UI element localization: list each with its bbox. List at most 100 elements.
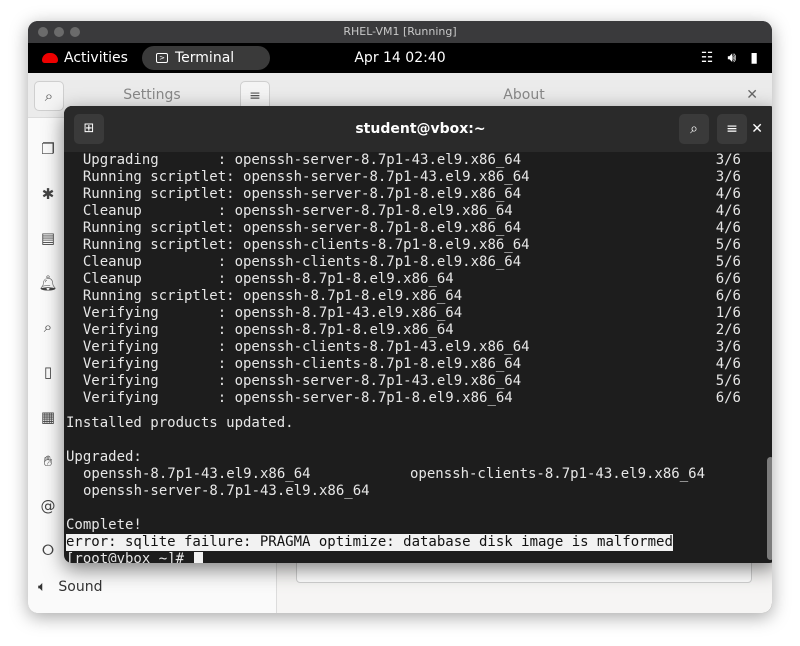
- transaction-count: 5/6: [715, 254, 741, 270]
- transaction-count: 6/6: [715, 390, 741, 406]
- network-icon: ☷: [700, 50, 714, 66]
- system-tray[interactable]: ☷ 🔊︎ ▮: [701, 43, 758, 73]
- terminal-menu-button[interactable]: ≡: [717, 114, 747, 144]
- new-tab-button[interactable]: ⊞: [74, 114, 104, 144]
- shell-prompt[interactable]: [root@vbox ~]#: [66, 551, 204, 563]
- notifications-icon[interactable]: 🔔︎: [36, 261, 60, 306]
- transaction-line: Cleanup : openssh-server-8.7p1-8.el9.x86…: [82, 203, 513, 219]
- vm-title: RHEL-VM1 [Running]: [343, 25, 457, 38]
- transaction-line: Running scriptlet: openssh-server-8.7p1-…: [82, 220, 522, 236]
- transaction-action: Running scriptlet: [82, 186, 227, 202]
- vm-titlebar: RHEL-VM1 [Running]: [28, 21, 772, 43]
- terminal-window: ⊞ student@vbox:~ ⌕ ≡ ✕ Upgrading : opens…: [64, 106, 772, 563]
- window-zoom-dot[interactable]: [70, 27, 80, 37]
- terminal-title: student@vbox:~: [355, 121, 486, 137]
- transaction-action: Verifying: [82, 373, 218, 389]
- upgraded-header: Upgraded:: [66, 449, 142, 465]
- background-icon[interactable]: ▤: [36, 216, 60, 261]
- window-minimize-dot[interactable]: [54, 27, 64, 37]
- transaction-count: 3/6: [715, 169, 741, 185]
- redhat-logo-icon: [42, 53, 58, 63]
- transaction-count: 6/6: [715, 271, 741, 287]
- transaction-line: Running scriptlet: openssh-clients-8.7p1…: [82, 237, 530, 253]
- transaction-line: Verifying : openssh-server-8.7p1-8.el9.x…: [82, 390, 513, 406]
- transaction-count: 4/6: [715, 186, 741, 202]
- online-accounts-icon[interactable]: @: [36, 484, 60, 529]
- activities-label: Activities: [64, 50, 128, 66]
- upgraded-package: openssh-8.7p1-43.el9.x86_64: [83, 466, 311, 482]
- transaction-line: Running scriptlet: openssh-server-8.7p1-…: [82, 169, 530, 185]
- scrollbar[interactable]: [767, 457, 772, 560]
- transaction-line: Cleanup : openssh-8.7p1-8.el9.x86_64: [82, 271, 454, 287]
- cursor: [194, 551, 204, 563]
- transaction-count: 5/6: [715, 237, 741, 253]
- upgraded-package: openssh-server-8.7p1-43.el9.x86_64: [83, 483, 370, 499]
- prompt-text: [root@vbox ~]#: [66, 551, 193, 563]
- window-close-dot[interactable]: [38, 27, 48, 37]
- terminal-search-button[interactable]: ⌕: [679, 114, 709, 144]
- terminal-app-button[interactable]: > Terminal: [142, 46, 270, 70]
- transaction-line: Running scriptlet: openssh-8.7p1-8.el9.x…: [82, 288, 463, 304]
- transaction-count: 5/6: [715, 373, 741, 389]
- hamburger-icon: ≡: [249, 88, 261, 104]
- complete-message: Complete!: [66, 517, 142, 533]
- search-settings-icon[interactable]: ⌕: [36, 305, 60, 350]
- transaction-package: openssh-8.7p1-43.el9.x86_64: [234, 305, 463, 321]
- transaction-package: openssh-server-8.7p1-8.el9.x86_64: [243, 186, 522, 202]
- transaction-package: openssh-clients-8.7p1-8.el9.x86_64: [234, 254, 522, 270]
- displays-icon[interactable]: ❐: [36, 127, 60, 172]
- activities-button[interactable]: Activities: [42, 43, 128, 73]
- transaction-action: Cleanup: [82, 271, 218, 287]
- transaction-package: openssh-clients-8.7p1-8.el9.x86_64: [234, 356, 522, 372]
- transaction-package: openssh-8.7p1-8.el9.x86_64: [234, 322, 454, 338]
- sharing-icon[interactable]: ⭘: [36, 528, 60, 573]
- new-tab-icon: ⊞: [83, 121, 95, 136]
- transaction-action: Verifying: [82, 356, 218, 372]
- sidebar-icon-list: ❐ ✱ ▤ 🔔︎ ⌕ ▯ ▦ ✋︎ @ ⭘: [36, 127, 60, 573]
- battery-icon: ▮: [750, 50, 758, 66]
- transaction-count: 4/6: [715, 220, 741, 236]
- transaction-line: Running scriptlet: openssh-server-8.7p1-…: [82, 186, 522, 202]
- sidebar-item-label: Sound: [58, 579, 103, 595]
- transaction-package: openssh-server-8.7p1-8.el9.x86_64: [234, 203, 513, 219]
- upgraded-package: openssh-clients-8.7p1-43.el9.x86_64: [410, 466, 706, 482]
- transaction-package: openssh-clients-8.7p1-43.el9.x86_64: [234, 339, 530, 355]
- transaction-action: Upgrading: [82, 152, 218, 168]
- transaction-action: Verifying: [82, 390, 218, 406]
- transaction-action: Running scriptlet: [82, 237, 227, 253]
- terminal-output[interactable]: Upgrading : openssh-server-8.7p1-43.el9.…: [64, 152, 772, 563]
- installed-message: Installed products updated.: [66, 415, 294, 431]
- transaction-action: Running scriptlet: [82, 288, 227, 304]
- volume-icon: 🔊︎: [727, 50, 737, 66]
- transaction-package: openssh-server-8.7p1-43.el9.x86_64: [234, 152, 522, 168]
- bluetooth-icon[interactable]: ✱: [36, 172, 60, 217]
- transaction-package: openssh-server-8.7p1-8.el9.x86_64: [234, 390, 513, 406]
- clock[interactable]: Apr 14 02:40: [28, 43, 772, 73]
- terminal-headerbar: ⊞ student@vbox:~ ⌕ ≡ ✕: [64, 106, 772, 152]
- transaction-line: Upgrading : openssh-server-8.7p1-43.el9.…: [82, 152, 522, 168]
- multitasking-icon[interactable]: ▯: [36, 350, 60, 395]
- transaction-action: Running scriptlet: [82, 220, 227, 236]
- transaction-line: Verifying : openssh-clients-8.7p1-43.el9…: [82, 339, 530, 355]
- transaction-count: 6/6: [715, 288, 741, 304]
- privacy-icon[interactable]: ✋︎: [36, 439, 60, 484]
- transaction-count: 2/6: [715, 322, 741, 338]
- transaction-action: Running scriptlet: [82, 169, 227, 185]
- transaction-action: Cleanup: [82, 203, 218, 219]
- transaction-line: Verifying : openssh-server-8.7p1-43.el9.…: [82, 373, 522, 389]
- transaction-package: openssh-server-8.7p1-43.el9.x86_64: [243, 169, 530, 185]
- transaction-count: 4/6: [715, 203, 741, 219]
- transaction-count: 1/6: [715, 305, 741, 321]
- speaker-icon: 🔈︎: [38, 579, 47, 595]
- transaction-line: Verifying : openssh-8.7p1-8.el9.x86_64: [82, 322, 454, 338]
- terminal-app-label: Terminal: [175, 50, 235, 66]
- transaction-action: Verifying: [82, 339, 218, 355]
- transaction-line: Cleanup : openssh-clients-8.7p1-8.el9.x8…: [82, 254, 522, 270]
- search-icon: ⌕: [690, 121, 698, 137]
- transaction-action: Verifying: [82, 322, 218, 338]
- close-icon[interactable]: ✕: [751, 106, 763, 152]
- sidebar-item-sound[interactable]: 🔈︎ Sound: [38, 579, 103, 595]
- transaction-line: Verifying : openssh-clients-8.7p1-8.el9.…: [82, 356, 522, 372]
- hamburger-icon: ≡: [726, 121, 738, 137]
- applications-icon[interactable]: ▦: [36, 395, 60, 440]
